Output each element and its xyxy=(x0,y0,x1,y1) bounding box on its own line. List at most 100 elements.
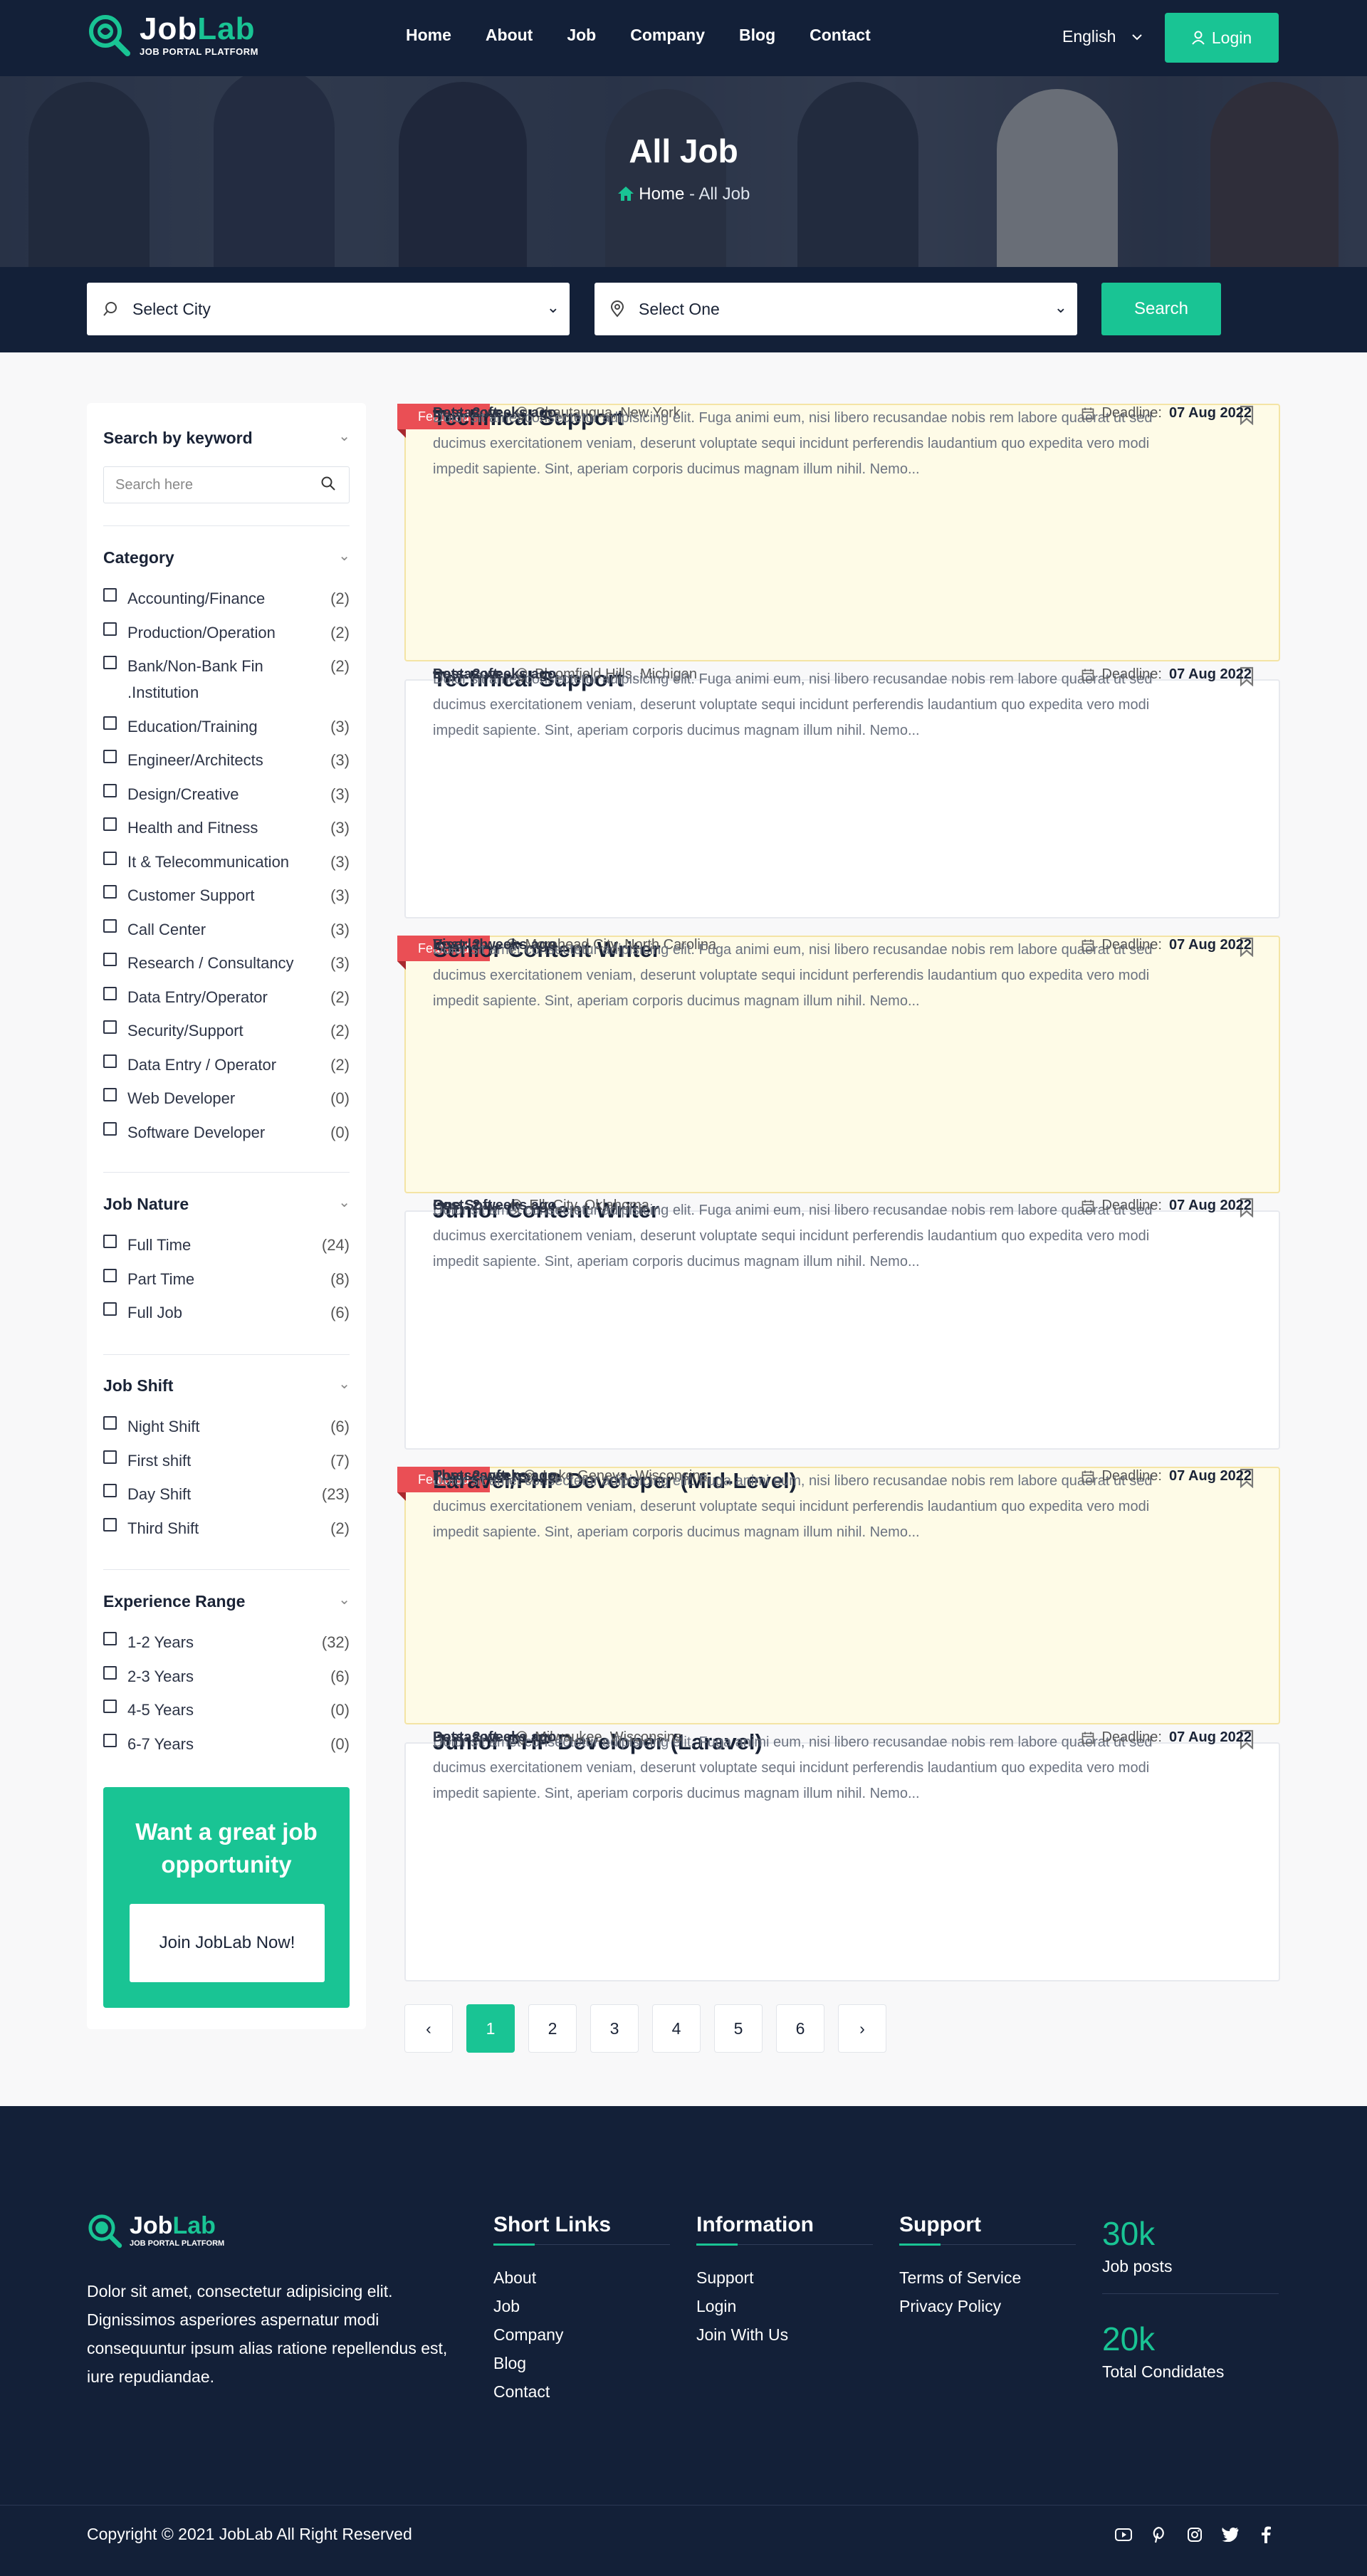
nav-contact[interactable]: Contact xyxy=(810,26,871,45)
experience-section-title[interactable]: Experience Range xyxy=(103,1592,245,1611)
checkbox[interactable] xyxy=(103,817,117,831)
twitter-icon[interactable] xyxy=(1222,2526,1239,2543)
nav-home[interactable]: Home xyxy=(406,26,451,45)
next-page-button[interactable]: › xyxy=(838,2004,886,2053)
checkbox[interactable] xyxy=(103,918,117,933)
footer-link-support[interactable]: Support xyxy=(696,2263,873,2292)
footer-logo[interactable]: JobLab JOB PORTAL PLATFORM xyxy=(87,2213,224,2248)
checkbox[interactable] xyxy=(103,953,117,966)
search-button[interactable]: Search xyxy=(1101,283,1221,335)
category-filter-item[interactable]: Software Developer (0) xyxy=(103,1119,350,1146)
chevron-down-icon[interactable]: ⌄ xyxy=(338,1591,350,1608)
pinterest-icon[interactable] xyxy=(1151,2526,1168,2543)
checkbox[interactable] xyxy=(103,1268,117,1282)
checkbox[interactable] xyxy=(103,588,117,602)
checkbox[interactable] xyxy=(103,1088,117,1101)
experience-filter-item[interactable]: 6-7 Years (0) xyxy=(103,1731,350,1757)
category-filter-item[interactable]: Research / Consultancy (3) xyxy=(103,950,350,976)
chevron-down-icon[interactable]: ⌄ xyxy=(338,1193,350,1211)
keyword-search-input[interactable]: Search here xyxy=(103,466,350,503)
category-filter-item[interactable]: Engineer/Architects (3) xyxy=(103,747,350,773)
category-section-title[interactable]: Category xyxy=(103,548,174,567)
checkbox[interactable] xyxy=(103,851,117,865)
page-5-button[interactable]: 5 xyxy=(714,2004,763,2053)
footer-link-terms[interactable]: Terms of Service xyxy=(899,2263,1076,2292)
footer-link-contact[interactable]: Contact xyxy=(493,2377,670,2406)
category-filter-item[interactable]: Web Developer (0) xyxy=(103,1085,350,1111)
page-2-button[interactable]: 2 xyxy=(528,2004,577,2053)
job-shift-filter-item[interactable]: Night Shift (6) xyxy=(103,1413,350,1440)
checkbox[interactable] xyxy=(103,1733,117,1747)
nav-blog[interactable]: Blog xyxy=(739,26,775,45)
checkbox[interactable] xyxy=(103,622,117,636)
nav-job[interactable]: Job xyxy=(567,26,596,45)
job-card[interactable]: Featured Technical Support Datsasoft Chauta… xyxy=(397,404,1280,661)
checkbox[interactable] xyxy=(103,885,117,899)
checkbox[interactable] xyxy=(103,750,117,763)
city-select[interactable]: Select City ⌄ xyxy=(87,283,570,335)
youtube-icon[interactable] xyxy=(1115,2526,1132,2543)
category-filter-item[interactable]: Accounting/Finance (2) xyxy=(103,585,350,612)
job-shift-filter-item[interactable]: Third Shift (2) xyxy=(103,1515,350,1541)
checkbox[interactable] xyxy=(103,1020,117,1034)
checkbox[interactable] xyxy=(103,1235,117,1248)
chevron-down-icon[interactable]: ⌄ xyxy=(338,427,350,445)
category-filter-item[interactable]: It & Telecommunication (3) xyxy=(103,849,350,875)
job-card[interactable]: Featured Senior Content Writer Viserlab Mor… xyxy=(397,936,1280,1193)
page-3-button[interactable]: 3 xyxy=(590,2004,639,2053)
login-button[interactable]: Login xyxy=(1165,13,1279,63)
checkbox[interactable] xyxy=(103,1416,117,1430)
footer-link-blog[interactable]: Blog xyxy=(493,2349,670,2377)
footer-link-login[interactable]: Login xyxy=(696,2292,873,2320)
checkbox[interactable] xyxy=(103,716,117,730)
category-filter-item[interactable]: Production/Operation (2) xyxy=(103,619,350,646)
category-filter-item[interactable]: Health and Fitness (3) xyxy=(103,815,350,841)
language-select[interactable]: English xyxy=(1062,27,1143,46)
checkbox[interactable] xyxy=(103,1450,117,1464)
job-card[interactable]: Junior Content Writer One Soft Elk City, O… xyxy=(404,1198,1280,1450)
nav-company[interactable]: Company xyxy=(630,26,705,45)
site-logo[interactable]: JobLab JOB PORTAL PLATFORM xyxy=(87,13,258,57)
job-shift-filter-item[interactable]: Day Shift (23) xyxy=(103,1481,350,1507)
job-shift-filter-item[interactable]: First shift (7) xyxy=(103,1447,350,1474)
keyword-section-title[interactable]: Search by keyword xyxy=(103,429,253,448)
checkbox[interactable] xyxy=(103,1632,117,1645)
category-filter-item[interactable]: Bank/Non-Bank Fin .Institution (2) xyxy=(103,653,350,706)
experience-filter-item[interactable]: 2-3 Years (6) xyxy=(103,1663,350,1690)
category-select[interactable]: Select One ⌄ xyxy=(595,283,1077,335)
prev-page-button[interactable]: ‹ xyxy=(404,2004,453,2053)
category-filter-item[interactable]: Design/Creative (3) xyxy=(103,781,350,807)
page-6-button[interactable]: 6 xyxy=(776,2004,824,2053)
category-filter-item[interactable]: Security/Support (2) xyxy=(103,1017,350,1044)
footer-link-privacy[interactable]: Privacy Policy xyxy=(899,2292,1076,2320)
checkbox[interactable] xyxy=(103,656,117,669)
facebook-icon[interactable] xyxy=(1257,2526,1274,2543)
category-filter-item[interactable]: Education/Training (3) xyxy=(103,713,350,740)
job-card[interactable]: Featured Laravel/PHP Developer (Mid-Level… xyxy=(397,1467,1280,1724)
nav-about[interactable]: About xyxy=(486,26,533,45)
footer-link-job[interactable]: Job xyxy=(493,2292,670,2320)
job-nature-filter-item[interactable]: Full Time (24) xyxy=(103,1232,350,1258)
search-icon[interactable] xyxy=(320,476,336,491)
chevron-down-icon[interactable]: ⌄ xyxy=(338,547,350,565)
job-card[interactable]: Technical Support Datsasoft Bloomfield Hil… xyxy=(404,666,1280,918)
page-1-button[interactable]: 1 xyxy=(466,2004,515,2053)
page-4-button[interactable]: 4 xyxy=(652,2004,701,2053)
job-nature-section-title[interactable]: Job Nature xyxy=(103,1195,189,1214)
instagram-icon[interactable] xyxy=(1186,2526,1203,2543)
job-nature-filter-item[interactable]: Part Time (8) xyxy=(103,1266,350,1292)
breadcrumb-home[interactable]: Home xyxy=(639,184,684,204)
job-nature-filter-item[interactable]: Full Job (6) xyxy=(103,1299,350,1326)
footer-link-about[interactable]: About xyxy=(493,2263,670,2292)
category-filter-item[interactable]: Customer Support (3) xyxy=(103,882,350,909)
experience-filter-item[interactable]: 1-2 Years (32) xyxy=(103,1629,350,1655)
job-shift-section-title[interactable]: Job Shift xyxy=(103,1376,173,1396)
category-filter-item[interactable]: Data Entry / Operator (2) xyxy=(103,1052,350,1078)
checkbox[interactable] xyxy=(103,1054,117,1068)
category-filter-item[interactable]: Data Entry/Operator (2) xyxy=(103,984,350,1010)
checkbox[interactable] xyxy=(103,1121,117,1136)
footer-link-join[interactable]: Join With Us xyxy=(696,2320,873,2349)
checkbox[interactable] xyxy=(103,783,117,797)
category-filter-item[interactable]: Call Center (3) xyxy=(103,916,350,943)
chevron-down-icon[interactable]: ⌄ xyxy=(338,1375,350,1393)
